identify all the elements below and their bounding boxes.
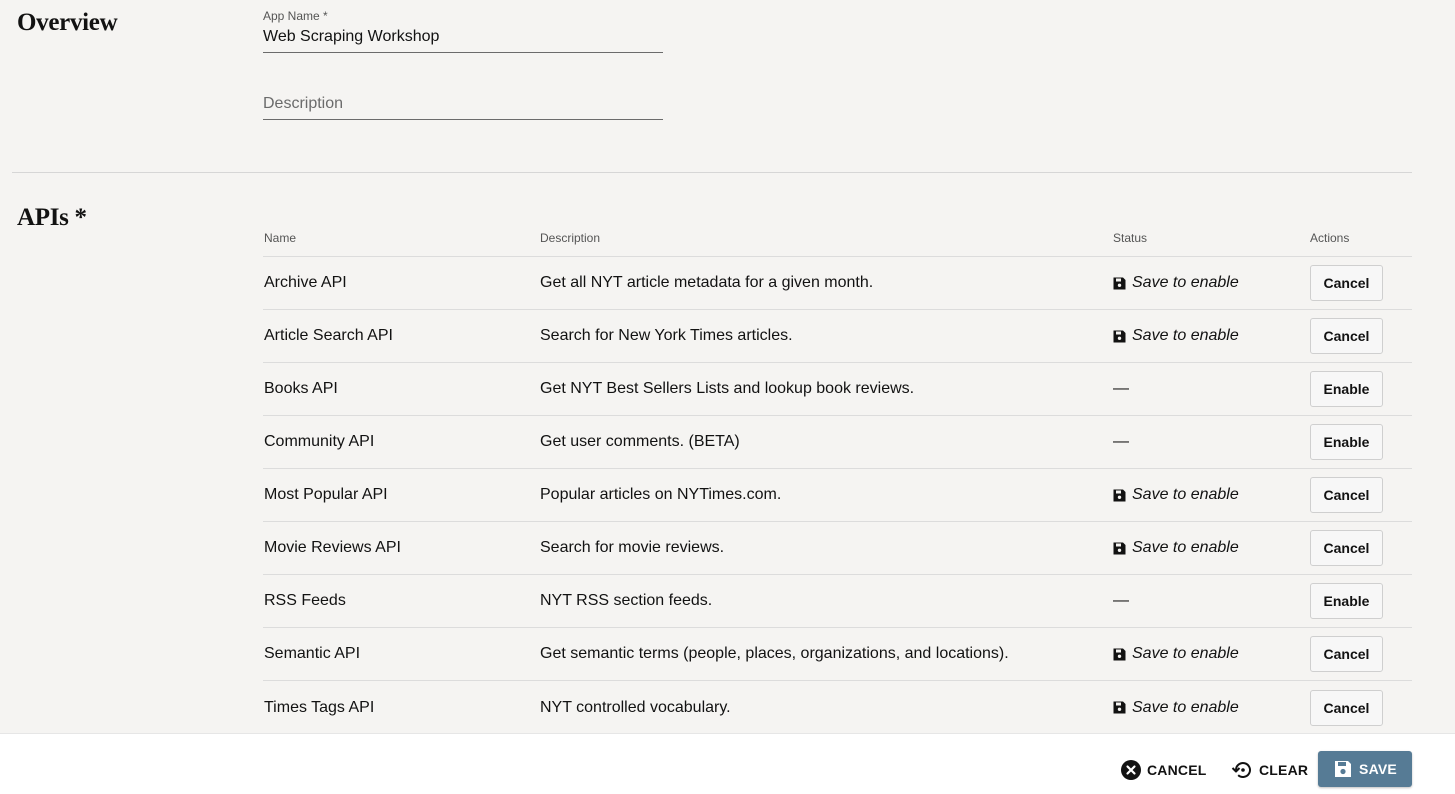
- api-description: NYT RSS section feeds.: [540, 592, 713, 609]
- column-header-actions: Actions: [1310, 231, 1350, 245]
- api-actions: Cancel: [1310, 636, 1412, 672]
- table-header: Name Description Status Actions: [263, 220, 1412, 257]
- table-body: Archive API Get all NYT article metadata …: [263, 257, 1412, 734]
- api-description: Get semantic terms (people, places, orga…: [540, 645, 1009, 662]
- description-field: [263, 90, 663, 120]
- floppy-disk-icon: [1113, 489, 1126, 501]
- api-description: Get NYT Best Sellers Lists and lookup bo…: [540, 380, 915, 397]
- api-actions: Cancel: [1310, 689, 1412, 726]
- api-name: Times Tags API: [264, 698, 375, 716]
- cancel-api-button[interactable]: Cancel: [1310, 318, 1383, 354]
- cancel-api-button[interactable]: Cancel: [1310, 689, 1383, 726]
- api-description: Popular articles on NYTimes.com.: [540, 486, 782, 503]
- api-description: Get user comments. (BETA): [540, 433, 740, 450]
- app-name-label: App Name *: [263, 9, 328, 23]
- table-row: Semantic API Get semantic terms (people, …: [263, 628, 1412, 681]
- api-actions: Cancel: [1310, 530, 1412, 566]
- api-name: Books API: [264, 380, 338, 397]
- apis-table: Name Description Status Actions Archive …: [263, 220, 1412, 734]
- cancel-button[interactable]: CANCEL: [1121, 752, 1207, 788]
- table-row: RSS Feeds NYT RSS section feeds. — Enable: [263, 575, 1412, 628]
- table-row: Times Tags API NYT controlled vocabulary.…: [263, 681, 1412, 734]
- api-status-text: Save to enable: [1132, 645, 1239, 662]
- section-divider: [12, 172, 1412, 173]
- api-description: Search for movie reviews.: [540, 539, 725, 556]
- floppy-disk-icon: [1113, 330, 1126, 342]
- clear-button-label: CLEAR: [1259, 762, 1309, 778]
- table-row: Movie Reviews API Search for movie review…: [263, 522, 1412, 575]
- api-description: NYT controlled vocabulary.: [540, 698, 731, 716]
- api-name: Most Popular API: [264, 486, 388, 503]
- table-row: Books API Get NYT Best Sellers Lists and …: [263, 363, 1412, 416]
- api-actions: Cancel: [1310, 265, 1412, 301]
- app-name-input[interactable]: [263, 23, 663, 53]
- restore-icon: [1231, 762, 1251, 778]
- api-status-text: Save to enable: [1132, 698, 1239, 716]
- floppy-disk-icon: [1335, 761, 1352, 777]
- api-status: Save to enable: [1113, 539, 1310, 557]
- api-actions: Cancel: [1310, 318, 1412, 354]
- apis-title: APIs *: [17, 204, 87, 231]
- cancel-api-button[interactable]: Cancel: [1310, 477, 1383, 513]
- api-name: Community API: [264, 433, 375, 450]
- api-status-text: Save to enable: [1132, 486, 1239, 503]
- api-status: Save to enable: [1113, 699, 1310, 717]
- cancel-api-button[interactable]: Cancel: [1310, 530, 1383, 566]
- cancel-button-label: CANCEL: [1147, 762, 1207, 778]
- api-actions: Enable: [1310, 424, 1412, 460]
- api-name: Movie Reviews API: [264, 539, 401, 556]
- close-circle-icon: [1121, 760, 1141, 780]
- api-status-text: —: [1113, 433, 1129, 450]
- api-actions: Cancel: [1310, 477, 1412, 513]
- api-status-text: Save to enable: [1132, 274, 1239, 291]
- save-button-label: SAVE: [1359, 761, 1397, 777]
- description-input[interactable]: [263, 90, 663, 120]
- app-name-field: App Name *: [263, 9, 663, 53]
- api-name: RSS Feeds: [264, 592, 346, 609]
- api-status: Save to enable: [1113, 274, 1310, 292]
- api-status: Save to enable: [1113, 645, 1310, 663]
- api-status-text: —: [1113, 380, 1129, 397]
- api-name: Semantic API: [264, 645, 361, 662]
- overview-title: Overview: [17, 9, 118, 36]
- enable-api-button[interactable]: Enable: [1310, 424, 1383, 460]
- api-description: Search for New York Times articles.: [540, 327, 793, 344]
- api-status-text: Save to enable: [1132, 539, 1239, 556]
- cancel-api-button[interactable]: Cancel: [1310, 265, 1383, 301]
- api-status-text: —: [1113, 592, 1129, 609]
- table-row: Most Popular API Popular articles on NYTi…: [263, 469, 1412, 522]
- floppy-disk-icon: [1113, 542, 1126, 554]
- clear-button[interactable]: CLEAR: [1231, 752, 1308, 788]
- floppy-disk-icon: [1113, 701, 1126, 714]
- table-row: Community API Get user comments. (BETA) — E…: [263, 416, 1412, 469]
- api-name: Archive API: [264, 274, 347, 291]
- table-row: Archive API Get all NYT article metadata …: [263, 257, 1412, 310]
- api-status: —: [1113, 433, 1310, 451]
- api-actions: Enable: [1310, 583, 1412, 619]
- column-header-status: Status: [1113, 231, 1148, 245]
- footer-bar: CANCEL CLEAR SAVE: [0, 733, 1455, 794]
- enable-api-button[interactable]: Enable: [1310, 583, 1383, 619]
- column-header-name: Name: [264, 231, 297, 245]
- table-row: Article Search API Search for New York Ti…: [263, 310, 1412, 363]
- api-actions: Enable: [1310, 371, 1412, 407]
- api-name: Article Search API: [264, 327, 393, 344]
- api-status: Save to enable: [1113, 486, 1310, 504]
- cancel-api-button[interactable]: Cancel: [1310, 636, 1383, 672]
- enable-api-button[interactable]: Enable: [1310, 371, 1383, 407]
- api-status-text: Save to enable: [1132, 327, 1239, 344]
- api-status: Save to enable: [1113, 327, 1310, 345]
- floppy-disk-icon: [1113, 277, 1126, 289]
- api-status: —: [1113, 592, 1310, 610]
- column-header-description: Description: [540, 231, 601, 245]
- api-description: Get all NYT article metadata for a given…: [540, 274, 874, 291]
- api-status: —: [1113, 380, 1310, 398]
- save-button[interactable]: SAVE: [1318, 751, 1412, 787]
- floppy-disk-icon: [1113, 648, 1126, 660]
